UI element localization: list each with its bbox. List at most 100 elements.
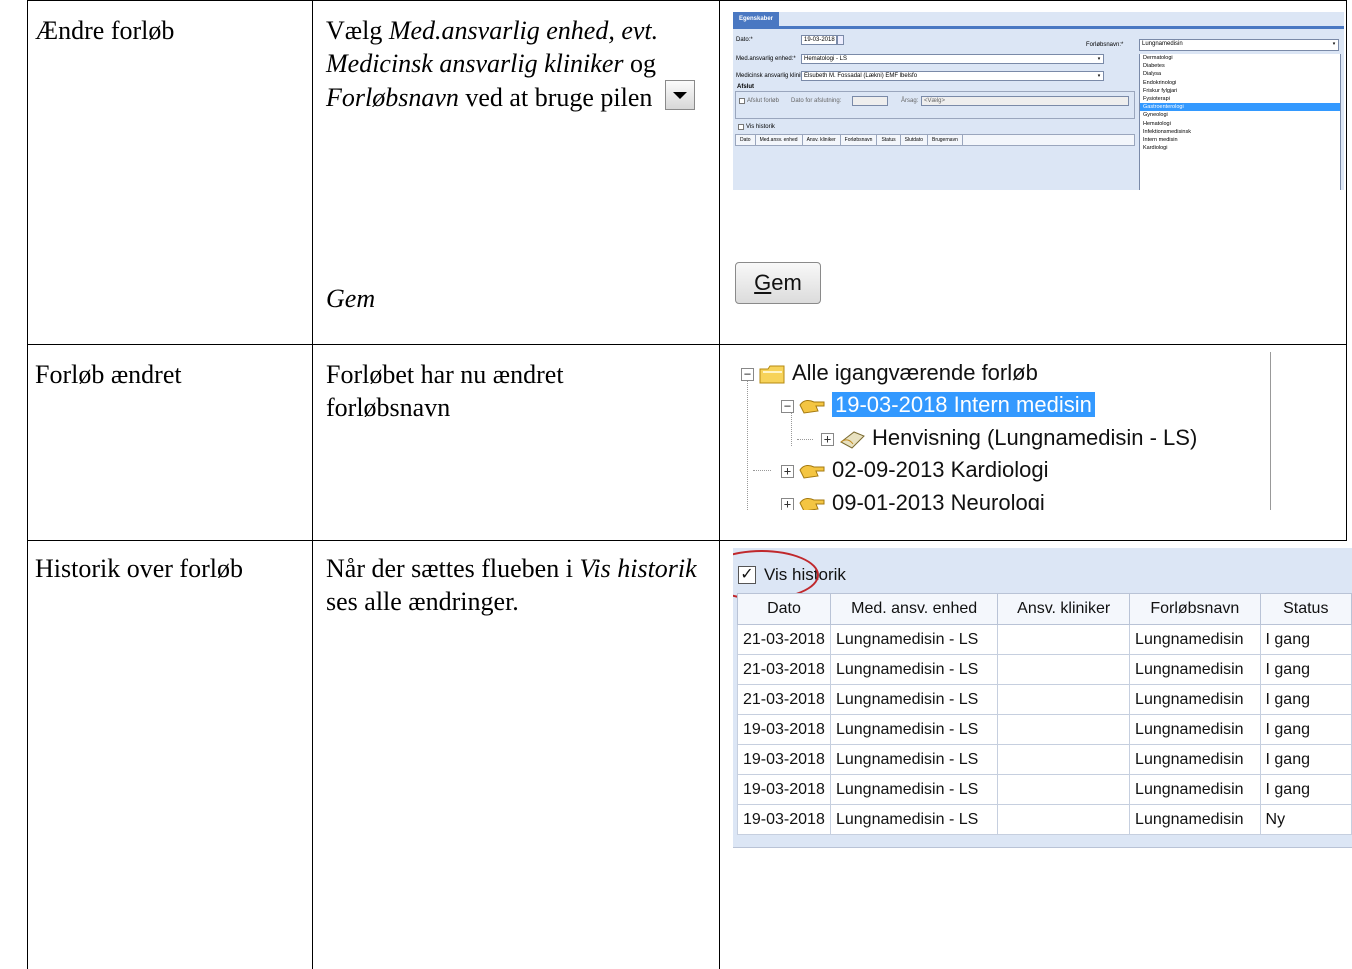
dropdown-option[interactable]: Diabetes	[1140, 62, 1340, 70]
table-row[interactable]: 19-03-2018 Lungnamedisin - LS Lungnamedisi…	[737, 744, 1352, 775]
cell-status: I gang	[1259, 714, 1352, 745]
table-row[interactable]: 21-03-2018 Lungnamedisin - LS Lungnamedisi…	[737, 624, 1352, 655]
hand-icon	[799, 400, 825, 414]
cell-forlobsnavn: Lungnamedisin	[1129, 744, 1261, 775]
row1-instruction: Vælg Med.ansvarlig enhed, evt. Medicinsk…	[326, 14, 711, 114]
dropdown-option[interactable]: Gyneologi	[1140, 111, 1340, 119]
row3-instruction: Når der sættes flueben i Vis historik se…	[326, 552, 711, 618]
cell-status: I gang	[1259, 654, 1352, 685]
egenskaber-panel: Egenskaber Dato:* 19-03-2018 Med.ansvarl…	[733, 12, 1344, 190]
row3-text-a: Når der sættes flueben i	[326, 554, 580, 583]
chevron-down-icon[interactable]: ▾	[1330, 40, 1338, 48]
grid-header[interactable]: Status	[877, 135, 901, 145]
collapse-icon[interactable]: −	[741, 367, 754, 381]
cell-enhed: Lungnamedisin - LS	[829, 714, 999, 745]
kliniker-label: Medicinsk ansvarlig kliniker:	[736, 73, 811, 79]
tree-root[interactable]: − Alle igangværende forløb	[741, 358, 1038, 388]
historik-grid-header: Dato Med.ansv. enhed Ansv. kliniker Forløbs…	[735, 134, 1135, 146]
tree-item-intern-medisin[interactable]: − 19-03-2018 Intern medisin	[781, 390, 1095, 420]
tree-item-henvisning[interactable]: + Henvisning (Lungnamedisin - LS)	[821, 423, 1197, 453]
tree-item-neurologi[interactable]: +09-01-2013 Neurologi	[781, 488, 1045, 510]
expand-icon[interactable]: +	[781, 464, 794, 478]
dropdown-arrow-icon	[664, 80, 695, 110]
dato-field[interactable]: 19-03-2018	[801, 35, 837, 45]
historik-panel: ✓ Vis historik Dato Med. ansv. enhed Ans…	[733, 548, 1352, 847]
table-row[interactable]: 21-03-2018 Lungnamedisin - LS Lungnamedisi…	[737, 684, 1352, 715]
column-header-status[interactable]: Status	[1259, 593, 1352, 625]
hand-icon	[799, 465, 825, 479]
row1-text-a: Vælg	[326, 16, 389, 45]
grid-header[interactable]: Dato	[736, 135, 756, 145]
cell-enhed: Lungnamedisin - LS	[829, 654, 999, 685]
tree-item-kardiologi[interactable]: +02-09-2013 Kardiologi	[781, 455, 1049, 485]
cell-kliniker	[997, 804, 1131, 835]
cell-status: I gang	[1259, 624, 1352, 655]
arsag-select[interactable]: <Vælg>	[921, 96, 1129, 106]
table-row[interactable]: 19-03-2018 Lungnamedisin - LS Lungnamedisi…	[737, 774, 1352, 805]
tree-item-label: 09-01-2013 Neurologi	[832, 490, 1045, 510]
tree-line	[747, 380, 748, 510]
enhed-select[interactable]: Hematologi - LS ▾	[801, 54, 1104, 64]
grid-header[interactable]: Med.ansv. enhed	[756, 135, 803, 145]
historik-table: Dato Med. ansv. enhed Ansv. kliniker For…	[737, 593, 1352, 835]
dropdown-option[interactable]: Fysioterapi	[1140, 95, 1340, 103]
dropdown-option[interactable]: Dialysa	[1140, 70, 1340, 78]
expand-icon[interactable]: +	[781, 497, 794, 510]
dropdown-option[interactable]: Endokrinologi	[1140, 79, 1340, 87]
afslut-forlob-checkbox[interactable]	[739, 98, 745, 104]
row3-text-b: ses alle ændringer.	[326, 587, 519, 616]
cell-enhed: Lungnamedisin - LS	[829, 804, 999, 835]
cell-kliniker	[997, 684, 1131, 715]
forlobsnavn-dropdown-list: Dermatologi Diabetes Dialysa Endokrinolo…	[1139, 54, 1341, 190]
cell-status: I gang	[1259, 774, 1352, 805]
kliniker-select[interactable]: Elsubeth M. Fossadal (Lækni) EMF lbelsfo…	[801, 71, 1104, 81]
cell-enhed: Lungnamedisin - LS	[829, 774, 999, 805]
table-row[interactable]: 19-03-2018 Lungnamedisin - LS Lungnamedisi…	[737, 714, 1352, 745]
cell-enhed: Lungnamedisin - LS	[829, 684, 999, 715]
column-header-kliniker[interactable]: Ansv. kliniker	[997, 593, 1131, 625]
row2-step-title: Forløb ændret	[35, 360, 182, 389]
table-row[interactable]: 21-03-2018 Lungnamedisin - LS Lungnamedisi…	[737, 654, 1352, 685]
chevron-down-icon[interactable]: ▾	[1095, 55, 1103, 63]
vis-historik-checkbox[interactable]	[738, 124, 744, 130]
dropdown-option[interactable]: Intern medisin	[1140, 136, 1340, 144]
grid-header[interactable]: Brugernavn	[928, 135, 963, 145]
calendar-icon[interactable]	[837, 35, 844, 45]
arsag-label: Årsag:	[901, 98, 919, 104]
afslut-group-label: Afslut	[737, 84, 754, 90]
tab-egenskaber[interactable]: Egenskaber	[733, 12, 780, 26]
chevron-down-icon[interactable]: ▾	[1095, 72, 1103, 80]
row2-instruction: Forløbet har nu ændret forløbsnavn	[326, 360, 564, 422]
folder-hand-icon	[759, 365, 785, 384]
collapse-icon[interactable]: −	[781, 399, 794, 413]
dropdown-option[interactable]: Hematologi	[1140, 120, 1340, 128]
expand-icon[interactable]: +	[821, 432, 834, 446]
cell-forlobsnavn: Lungnamedisin	[1129, 624, 1261, 655]
dato-label: Dato:*	[736, 37, 753, 43]
dropdown-option[interactable]: Kardiologi	[1140, 144, 1340, 152]
cell-dato: 19-03-2018	[737, 804, 831, 835]
cell-status: I gang	[1259, 684, 1352, 715]
grid-header[interactable]: Slutdato	[901, 135, 928, 145]
dropdown-option-selected[interactable]: Gastroenterologi	[1140, 103, 1340, 112]
forlobsnavn-label: Forløbsnavn:*	[1086, 42, 1124, 48]
row3-italic-a: Vis historik	[579, 554, 697, 583]
column-header-dato[interactable]: Dato	[737, 593, 831, 625]
tree-item-label: Henvisning (Lungnamedisin - LS)	[872, 425, 1198, 450]
cell-status: Ny	[1259, 804, 1352, 835]
gem-button[interactable]: Gem	[735, 262, 821, 304]
grid-header[interactable]: Forløbsnavn	[841, 135, 878, 145]
forlobsnavn-select[interactable]: Lungnamedisin ▾	[1139, 39, 1339, 51]
column-header-forlobsnavn[interactable]: Forløbsnavn	[1129, 593, 1261, 625]
dato-afslutning-field[interactable]	[852, 96, 888, 106]
cell-dato: 19-03-2018	[737, 744, 831, 775]
dropdown-option[interactable]: Friskur fylgjari	[1140, 87, 1340, 95]
cell-kliniker	[997, 774, 1131, 805]
dropdown-option[interactable]: Dermatologi	[1140, 54, 1340, 62]
column-header-enhed[interactable]: Med. ansv. enhed	[829, 593, 999, 625]
cell-status: I gang	[1259, 744, 1352, 775]
dropdown-option[interactable]: Infektionsmedisinsk	[1140, 128, 1340, 136]
grid-header[interactable]: Ansv. kliniker	[803, 135, 841, 145]
table-row[interactable]: 19-03-2018 Lungnamedisin - LS Lungnamedisi…	[737, 804, 1352, 835]
tab-strip	[733, 26, 1344, 29]
